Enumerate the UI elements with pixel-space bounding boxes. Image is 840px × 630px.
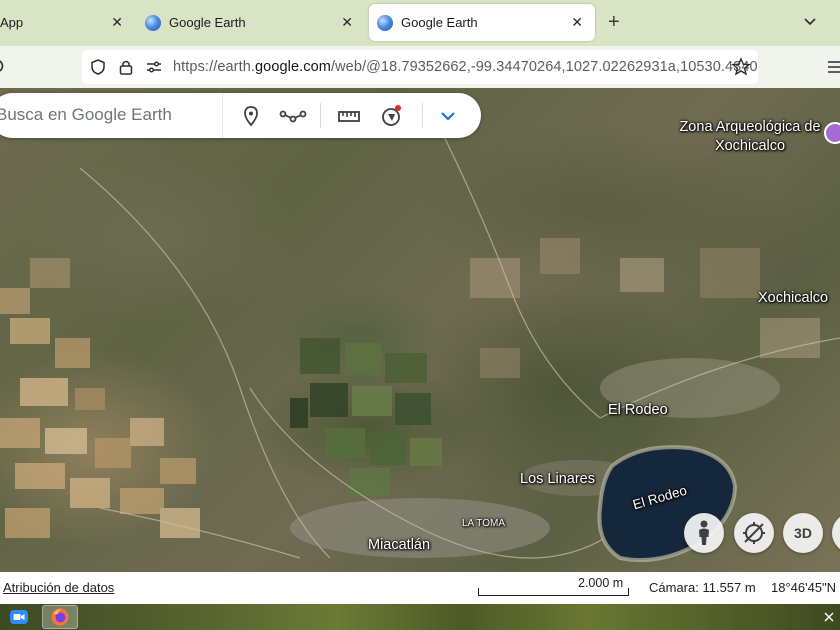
tab-close-icon[interactable]: ✕	[571, 14, 583, 31]
lock-icon[interactable]	[117, 58, 135, 76]
bookmark-star-icon[interactable]	[731, 57, 751, 77]
compass-reset-icon	[743, 522, 765, 544]
tab-google-earth[interactable]: Google Earth ✕	[135, 4, 365, 41]
reload-icon[interactable]	[0, 59, 6, 73]
scale-bar	[478, 588, 629, 596]
shield-icon[interactable]	[89, 58, 107, 76]
pegman-icon	[699, 520, 709, 545]
tab-app[interactable]: App ✕	[0, 4, 135, 41]
taskbar-firefox-app[interactable]	[42, 605, 78, 629]
chevron-down-icon[interactable]	[436, 104, 460, 128]
taskbar-notification-area[interactable]	[818, 605, 840, 629]
tab-title: Google Earth	[401, 15, 478, 30]
taskbar-zoom-app[interactable]	[8, 605, 30, 629]
navigation-bar: https://earth.google.com/web/@18.7935266…	[0, 46, 840, 88]
url-domain: google.com	[255, 59, 331, 75]
zoom-video-icon	[10, 610, 28, 624]
url-text[interactable]: https://earth.google.com/web/@18.7935266…	[173, 59, 758, 75]
place-label-miacatlan[interactable]: Miacatlán	[368, 537, 430, 553]
tab-google-earth-active[interactable]: Google Earth ✕	[369, 4, 595, 41]
place-label-los-linares[interactable]: Los Linares	[520, 471, 595, 487]
browser-menu-icon[interactable]	[826, 58, 840, 76]
tab-list-chevron-icon[interactable]	[802, 13, 818, 29]
tab-title: Google Earth	[169, 15, 246, 30]
firefox-icon	[51, 608, 69, 626]
google-earth-favicon-icon	[145, 14, 161, 31]
url-prefix: https://earth.	[173, 59, 255, 75]
tab-close-icon[interactable]: ✕	[111, 14, 123, 31]
camera-altitude: Cámara: 11.557 m	[649, 580, 756, 595]
archaeological-site-poi-icon[interactable]	[824, 122, 840, 144]
search-bar[interactable]: Busca en Google Earth	[0, 93, 481, 138]
map-status-bar: Atribución de datos 2.000 m Cámara: 11.5…	[0, 572, 840, 604]
close-icon	[824, 612, 834, 622]
place-label-xochicalco[interactable]: Xochicalco	[758, 290, 828, 306]
path-icon[interactable]	[279, 104, 307, 128]
pegman-button[interactable]	[684, 513, 724, 553]
reset-north-button[interactable]	[734, 513, 774, 553]
search-input[interactable]: Busca en Google Earth	[0, 105, 172, 125]
address-bar[interactable]: https://earth.google.com/web/@18.7935266…	[82, 50, 758, 84]
toolbar-divider	[320, 103, 321, 128]
tab-close-icon[interactable]: ✕	[341, 14, 353, 31]
toolbar-divider	[422, 103, 423, 128]
tab-title: App	[0, 15, 24, 30]
toggle-3d-label: 3D	[794, 525, 812, 541]
google-earth-favicon-icon	[377, 14, 393, 31]
data-attribution-link[interactable]: Atribución de datos	[3, 580, 114, 595]
cursor-coordinates: 18°46'45"N 99	[771, 580, 840, 595]
place-label-la-toma[interactable]: LA TOMA	[462, 518, 505, 529]
place-label-zona-arqueologica[interactable]: Zona Arqueológica de Xochicalco	[676, 118, 824, 156]
ruler-icon[interactable]	[337, 104, 361, 128]
toggle-3d-button[interactable]: 3D	[783, 513, 823, 553]
url-path: /web/@18.79352662,-99.34470264,1027.0226…	[330, 59, 758, 75]
site-permissions-icon[interactable]	[145, 58, 163, 76]
satellite-map[interactable]: Busca en Google Earth Zona Arqueológica …	[0, 88, 840, 572]
place-label-el-rodeo[interactable]: El Rodeo	[608, 402, 668, 418]
search-toolbar	[222, 93, 481, 138]
new-tab-button[interactable]: +	[608, 12, 620, 32]
pin-icon[interactable]	[239, 104, 263, 128]
browser-tab-strip: App ✕ Google Earth ✕ Google Earth ✕ +	[0, 0, 840, 46]
os-taskbar	[0, 604, 840, 630]
voyager-icon[interactable]	[379, 104, 403, 128]
satellite-terrain	[0, 107, 840, 563]
